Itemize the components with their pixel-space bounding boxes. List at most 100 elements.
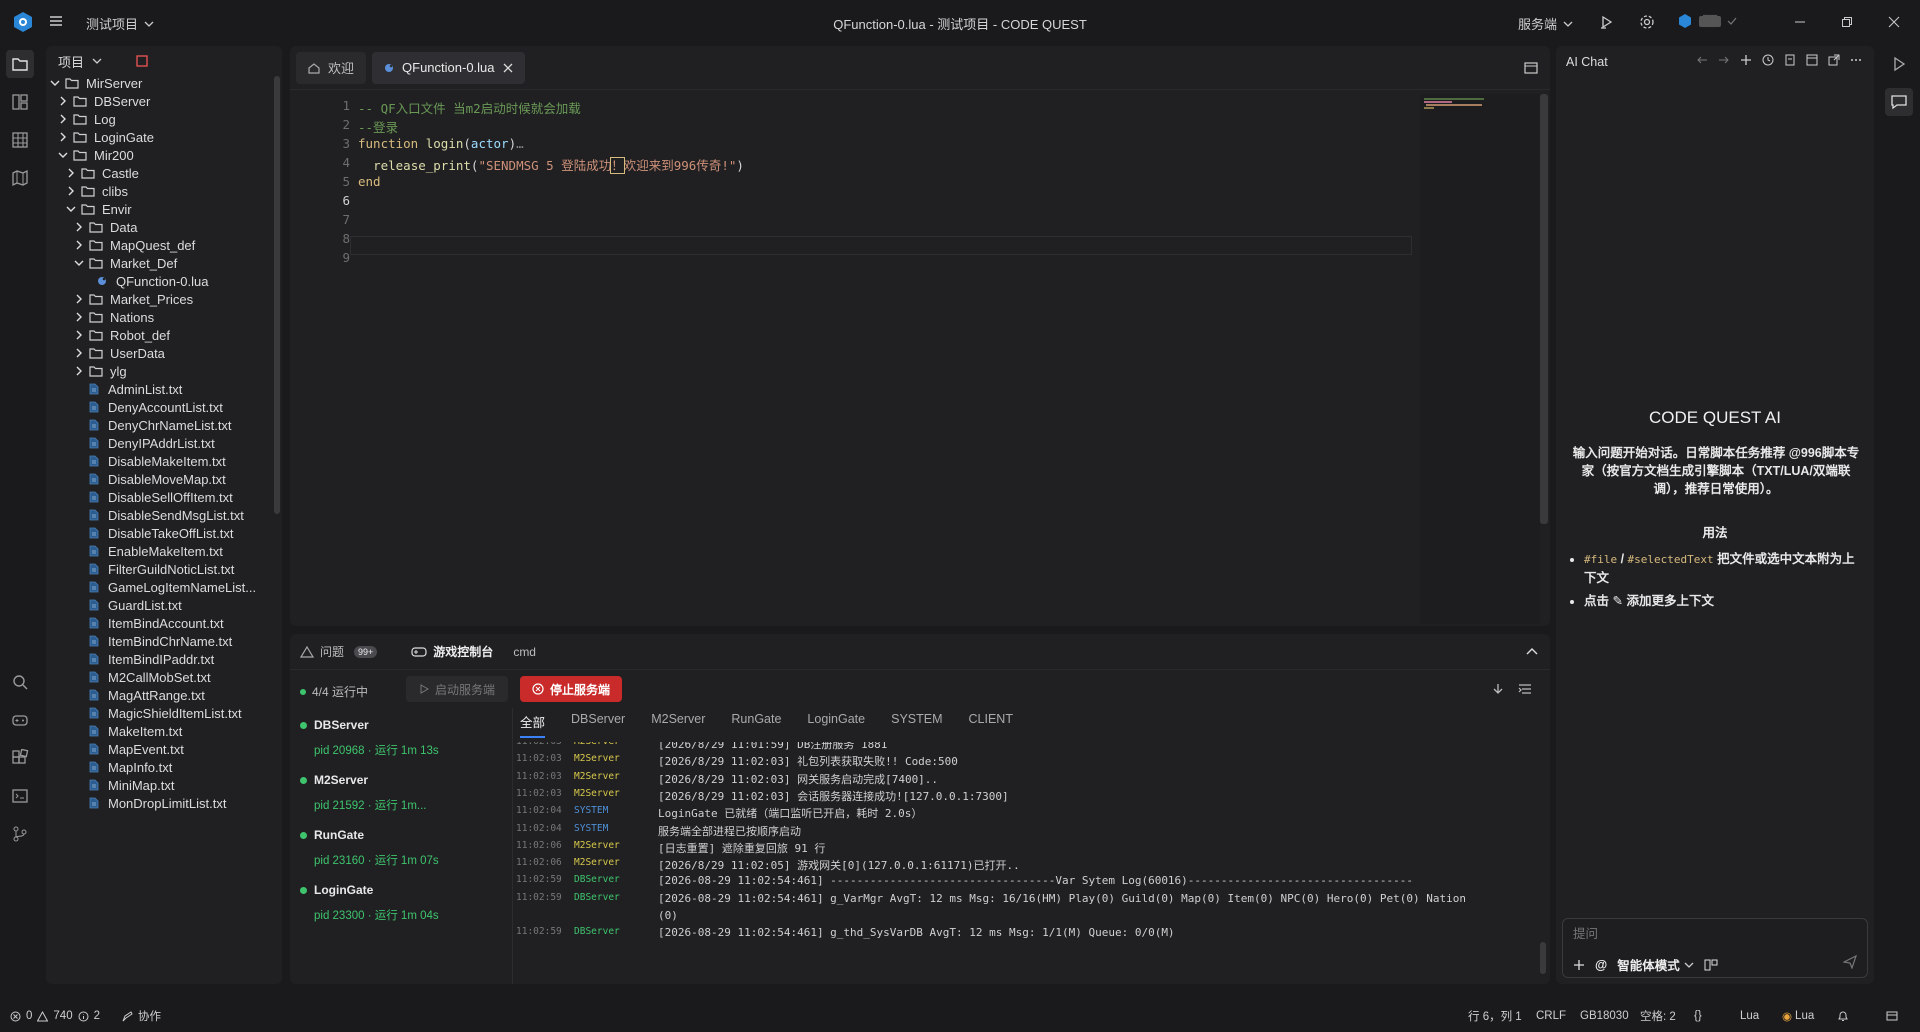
chevron-right-icon[interactable] — [64, 184, 78, 198]
chevron-right-icon[interactable] — [72, 310, 86, 324]
mode-dropdown[interactable]: 智能体模式 — [1617, 955, 1694, 974]
line-number: 1 — [342, 98, 350, 113]
chevron-right-icon[interactable] — [72, 220, 86, 234]
file-encoding[interactable]: GB18030 — [1580, 1010, 1629, 1022]
line-ending[interactable]: CRLF — [1536, 1010, 1566, 1022]
chevron-down-icon[interactable] — [72, 256, 86, 270]
grid-table-icon[interactable] — [6, 126, 34, 154]
code-editor[interactable]: 1 2 3 4 5 6 7 8 9 -- QF入口文件 当m2启动时候就会加载 … — [290, 94, 1420, 614]
account-menu[interactable]: ██ — [1677, 13, 1737, 29]
chevron-down-icon[interactable] — [92, 56, 102, 66]
problems-summary[interactable]: 0 740 2 — [10, 1010, 100, 1022]
restore-icon[interactable] — [1837, 12, 1857, 32]
minimize-icon[interactable] — [1790, 12, 1810, 32]
start-server-label: 启动服务端 — [434, 682, 495, 697]
tools-icon[interactable] — [1704, 959, 1718, 971]
mention-at-icon[interactable]: @ — [1595, 958, 1607, 972]
chevron-down-icon[interactable] — [56, 148, 70, 162]
lua-runtime[interactable]: ◉ Lua — [1782, 1009, 1814, 1023]
service-item-m2server[interactable]: M2Server pid 21592 · 运行 1m... — [300, 773, 427, 813]
log-tab[interactable]: RunGate — [731, 712, 781, 738]
chevron-right-icon[interactable] — [72, 292, 86, 306]
log-tab[interactable]: SYSTEM — [891, 712, 942, 738]
chevron-down-icon[interactable] — [48, 76, 62, 90]
add-context-plus-icon[interactable] — [1573, 959, 1585, 971]
scroll-to-bottom-icon[interactable] — [1492, 683, 1504, 695]
collapse-all-icon[interactable] — [136, 55, 148, 67]
hamburger-menu-icon[interactable] — [48, 13, 64, 29]
log-tab[interactable]: 全部 — [520, 712, 546, 738]
service-item-dbserver[interactable]: DBServer pid 20968 · 运行 1m 13s — [300, 718, 439, 758]
editor-scrollbar[interactable] — [1540, 94, 1548, 524]
chevron-right-icon[interactable] — [72, 364, 86, 378]
open-external-icon[interactable] — [1828, 54, 1840, 66]
log-tab[interactable]: DBServer — [571, 712, 625, 738]
fold-ellipsis[interactable]: … — [516, 136, 524, 151]
send-icon[interactable] — [1843, 955, 1857, 969]
tab-welcome[interactable]: 欢迎 — [296, 51, 367, 84]
chevron-right-icon[interactable] — [72, 238, 86, 252]
project-dropdown[interactable]: 测试项目 — [86, 14, 154, 33]
chevron-right-icon[interactable] — [72, 328, 86, 342]
chat-input-box[interactable]: @ 智能体模式 — [1562, 918, 1868, 978]
start-server-button[interactable]: 启动服务端 — [406, 676, 508, 702]
collapse-panel-icon[interactable] — [1526, 646, 1538, 658]
history-icon[interactable] — [1762, 54, 1774, 66]
close-window-icon[interactable] — [1884, 12, 1904, 32]
tab-game-console[interactable]: 游戏控制台 — [411, 643, 493, 660]
ai-chat-icon[interactable] — [1885, 88, 1913, 116]
chevron-right-icon[interactable] — [56, 112, 70, 126]
split-editor-icon[interactable] — [1524, 61, 1538, 75]
stop-server-button[interactable]: 停止服务端 — [520, 676, 622, 702]
notifications-bell-icon[interactable] — [1837, 1010, 1849, 1022]
map-icon[interactable] — [6, 164, 34, 192]
log-tab[interactable]: CLIENT — [969, 712, 1013, 738]
run-icon[interactable] — [1885, 50, 1913, 78]
extensions-icon[interactable] — [6, 744, 34, 772]
cursor-position[interactable]: 行 6，列 1 — [1468, 1008, 1522, 1024]
bracket-icon[interactable]: {} — [1694, 1010, 1702, 1022]
log-tab[interactable]: LoginGate — [807, 712, 865, 738]
layout-toggle-icon[interactable] — [1886, 1010, 1898, 1022]
clear-log-icon[interactable] — [1518, 683, 1532, 695]
new-chat-plus-icon[interactable] — [1740, 54, 1752, 66]
text-file-icon — [86, 706, 102, 720]
back-arrow-icon[interactable] — [1696, 54, 1708, 66]
chevron-right-icon[interactable] — [56, 94, 70, 108]
panel-layout-icon[interactable] — [1806, 54, 1818, 66]
more-options-icon[interactable] — [1850, 54, 1862, 66]
chevron-right-icon[interactable] — [72, 346, 86, 360]
tree-file-item[interactable]: MonDropLimitList.txt — [46, 792, 276, 814]
tree-item-label: DisableSellOffItem.txt — [108, 489, 233, 505]
search-icon[interactable] — [6, 668, 34, 696]
language-mode[interactable]: Lua — [1740, 1010, 1759, 1022]
run-debug-icon[interactable] — [1597, 12, 1617, 32]
log-scrollbar[interactable] — [1540, 942, 1546, 974]
explorer-scrollbar[interactable] — [274, 76, 280, 514]
log-tab[interactable]: M2Server — [651, 712, 705, 738]
service-item-logingate[interactable]: LoginGate pid 23300 · 运行 1m 04s — [300, 883, 439, 923]
indent-setting[interactable]: 空格: 2 — [1640, 1008, 1676, 1024]
terminal-icon[interactable] — [6, 782, 34, 810]
close-tab-icon[interactable] — [503, 63, 513, 73]
chevron-right-icon[interactable] — [56, 130, 70, 144]
settings-gear-icon[interactable] — [1637, 12, 1657, 32]
gamepad-icon[interactable] — [6, 706, 34, 734]
tab-cmd[interactable]: cmd — [513, 645, 536, 659]
tab-qfunction-lua[interactable]: QFunction-0.lua — [372, 51, 525, 84]
source-control-icon[interactable] — [6, 820, 34, 848]
log-output[interactable]: 11:02:03 M2Server [2026/8/29 11:01:59] DB注… — [516, 742, 1546, 982]
service-item-rungate[interactable]: RunGate pid 23160 · 运行 1m 07s — [300, 828, 439, 868]
tab-problems[interactable]: 问题 99+ — [300, 643, 378, 660]
collab-button[interactable]: 协作 — [122, 1008, 161, 1024]
layout-panels-icon[interactable] — [6, 88, 34, 116]
server-dropdown[interactable]: 服务端 — [1518, 14, 1573, 33]
chat-input[interactable] — [1573, 927, 1853, 941]
chevron-right-icon[interactable] — [64, 166, 78, 180]
forward-arrow-icon[interactable] — [1718, 54, 1730, 66]
log-message: [2026/8/29 11:02:03] 会话服务器连接成功![127.0.0.… — [658, 789, 1009, 803]
chevron-down-icon[interactable] — [64, 202, 78, 216]
export-icon[interactable] — [1784, 54, 1796, 66]
minimap[interactable] — [1420, 94, 1540, 624]
explorer-files-icon[interactable] — [6, 50, 34, 78]
